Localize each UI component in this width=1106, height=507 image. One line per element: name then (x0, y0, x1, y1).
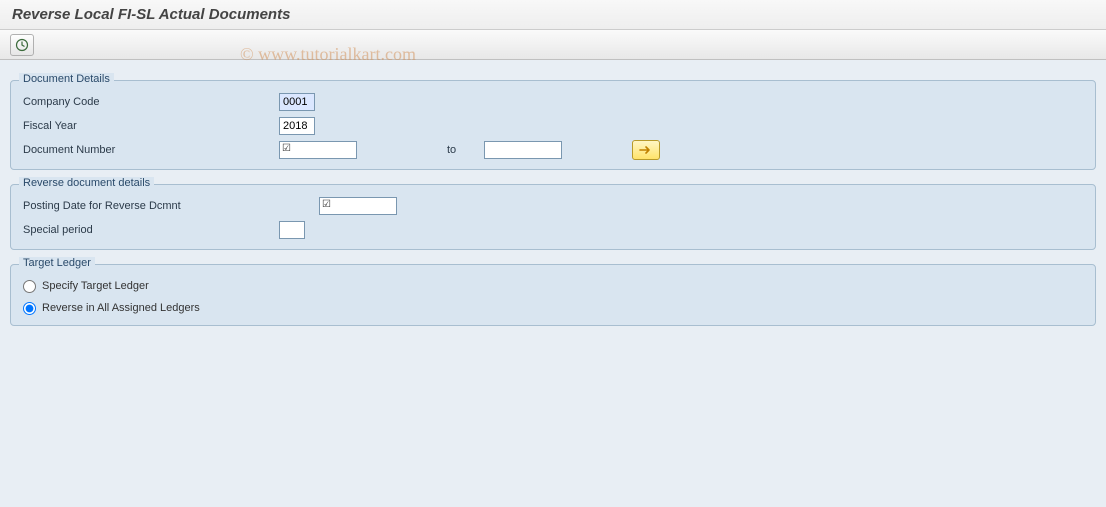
multiple-selection-button[interactable] (632, 140, 660, 160)
special-period-label: Special period (19, 224, 279, 236)
execute-button[interactable] (10, 34, 34, 56)
group-target-ledger: Target Ledger Specify Target Ledger Reve… (10, 264, 1096, 326)
posting-date-input[interactable] (319, 197, 397, 215)
group-title: Target Ledger (19, 257, 95, 269)
radio-specify-target-ledger[interactable]: Specify Target Ledger (19, 275, 1087, 297)
radio-label: Reverse in All Assigned Ledgers (42, 302, 200, 314)
fiscal-year-label: Fiscal Year (19, 120, 279, 132)
radio-label: Specify Target Ledger (42, 280, 149, 292)
company-code-label: Company Code (19, 96, 279, 108)
group-title: Reverse document details (19, 177, 154, 189)
document-number-from-input[interactable] (279, 141, 357, 159)
document-number-label: Document Number (19, 144, 279, 156)
radio-input-all[interactable] (23, 302, 36, 315)
radio-input-specify[interactable] (23, 280, 36, 293)
arrow-right-icon (639, 145, 653, 155)
company-code-input[interactable] (279, 93, 315, 111)
document-number-to-input[interactable] (484, 141, 562, 159)
to-label: to (447, 144, 456, 156)
group-reverse-details: Reverse document details Posting Date fo… (10, 184, 1096, 250)
group-document-details: Document Details Company Code Fiscal Yea… (10, 80, 1096, 170)
group-title: Document Details (19, 73, 114, 85)
special-period-input[interactable] (279, 221, 305, 239)
clock-execute-icon (15, 38, 29, 52)
posting-date-label: Posting Date for Reverse Dcmnt (19, 200, 319, 212)
toolbar (0, 30, 1106, 60)
radio-reverse-all-ledgers[interactable]: Reverse in All Assigned Ledgers (19, 297, 1087, 319)
page-title: Reverse Local FI-SL Actual Documents (0, 0, 1106, 30)
content-area: Document Details Company Code Fiscal Yea… (0, 60, 1106, 507)
fiscal-year-input[interactable] (279, 117, 315, 135)
